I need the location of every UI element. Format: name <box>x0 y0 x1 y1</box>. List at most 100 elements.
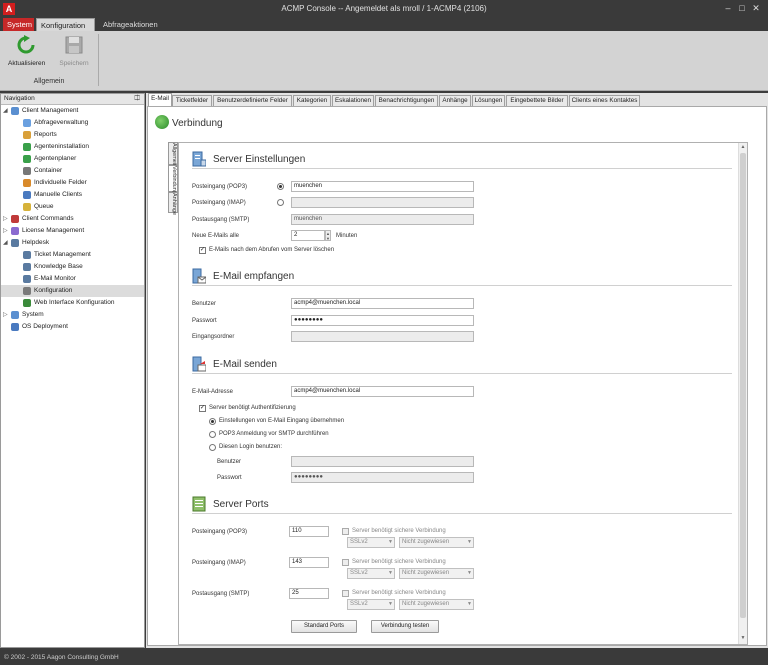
inbox-folder-input[interactable] <box>291 331 474 342</box>
globe-icon <box>155 115 169 129</box>
collapse-icon[interactable]: ◢ <box>3 105 9 117</box>
tab-system[interactable]: System <box>3 18 34 31</box>
pin-icon[interactable]: ⎅ <box>134 94 140 104</box>
vtab-allgemein[interactable]: Allgemein <box>168 142 178 167</box>
tab-0[interactable]: E-Mail <box>148 93 172 106</box>
tree-item-queue[interactable]: Queue <box>1 201 144 213</box>
send-address-input[interactable]: acmp4@muenchen.local <box>291 386 474 397</box>
save-button[interactable]: Speichern <box>56 35 92 75</box>
tree-item-label: Individuelle Felder <box>34 179 87 186</box>
tree-item-email-monitor[interactable]: E-Mail Monitor <box>1 273 144 285</box>
close-icon[interactable]: ✕ <box>751 3 761 14</box>
inbox-icon <box>192 268 206 284</box>
send-password-input[interactable]: ●●●●●●●● <box>291 472 474 483</box>
tree-item-label: Knowledge Base <box>34 263 83 270</box>
send-section-header: E-Mail senden <box>179 356 739 374</box>
smtp-input[interactable]: muenchen <box>291 214 474 225</box>
tree-item-helpdesk[interactable]: ◢ Helpdesk <box>1 237 144 249</box>
tab-2[interactable]: Benutzerdefinierte Felder <box>213 95 292 106</box>
refresh-button[interactable]: Aktualisieren <box>8 35 45 75</box>
page-title: Verbindung <box>172 118 223 129</box>
tree-item-ticket-management[interactable]: Ticket Management <box>1 249 144 261</box>
tree-item-reports[interactable]: Reports <box>1 129 144 141</box>
ribbon-group-label: Allgemein <box>33 78 65 85</box>
ssl-version-select[interactable]: SSLv2 ▼ <box>347 537 395 548</box>
port-input[interactable]: 110 <box>289 526 329 537</box>
ssl-version-value: SSLv2 <box>350 570 368 576</box>
scroll-up-icon[interactable]: ▲ <box>739 144 747 152</box>
tab-9[interactable]: Clients eines Kontaktes <box>569 95 640 106</box>
tab-abfrageaktionen[interactable]: Abfrageaktionen <box>99 18 159 31</box>
auth-required-checkbox[interactable]: ✓ <box>199 405 206 412</box>
send-section-title: E-Mail senden <box>213 359 277 370</box>
receive-password-input[interactable]: ●●●●●●●● <box>291 315 474 326</box>
tree-item-individuelle-felder[interactable]: Individuelle Felder <box>1 177 144 189</box>
imap-radio[interactable] <box>277 199 284 206</box>
tree-item-license-management[interactable]: ▷ License Management <box>1 225 144 237</box>
tree-item-abfrageverwaltung[interactable]: Abfrageverwaltung <box>1 117 144 129</box>
tree-item-konfiguration[interactable]: Konfiguration <box>1 285 144 297</box>
tab-3[interactable]: Kategorien <box>293 95 331 106</box>
collapse-icon[interactable]: ◢ <box>3 237 9 249</box>
copyright-text: © 2002 - 2015 Aagon Consulting GmbH <box>4 654 119 661</box>
custom-fields-icon <box>23 179 31 187</box>
tab-1[interactable]: Ticketfelder <box>172 95 212 106</box>
tree-item-knowledge-base[interactable]: Knowledge Base <box>1 261 144 273</box>
port-input[interactable]: 25 <box>289 588 329 599</box>
tab-4[interactable]: Eskalationen <box>332 95 374 106</box>
test-connection-button[interactable]: Verbindung testen <box>371 620 439 633</box>
expand-icon[interactable]: ▷ <box>3 309 9 321</box>
reports-icon <box>23 131 31 139</box>
certificate-select[interactable]: Nicht zugewiesen ▼ <box>399 537 474 548</box>
ssl-version-select[interactable]: SSLv2 ▼ <box>347 568 395 579</box>
expand-icon[interactable]: ▷ <box>3 225 9 237</box>
tree-item-client-commands[interactable]: ▷ Client Commands <box>1 213 144 225</box>
tree-item-agenteninstallation[interactable]: Agenteninstallation <box>1 141 144 153</box>
refresh-icon <box>17 35 35 54</box>
certificate-select[interactable]: Nicht zugewiesen ▼ <box>399 599 474 610</box>
vtab-verbindung[interactable]: Verbindung <box>168 165 178 194</box>
secure-connection-checkbox[interactable] <box>342 528 349 535</box>
tab-6[interactable]: Anhänge <box>439 95 471 106</box>
navigation-header: Navigation ⎅ <box>1 94 144 105</box>
tab-7[interactable]: Lösungen <box>472 95 505 106</box>
scroll-down-icon[interactable]: ▼ <box>739 635 747 643</box>
vtab-anhaenge[interactable]: Anhänge <box>168 192 178 215</box>
auth-option-login-radio[interactable] <box>209 444 216 451</box>
standard-ports-button[interactable]: Standard Ports <box>291 620 357 633</box>
pop3-radio[interactable] <box>277 183 284 190</box>
tab-5[interactable]: Benachrichtigungen <box>375 95 438 106</box>
secure-connection-checkbox[interactable] <box>342 559 349 566</box>
scrollbar-thumb[interactable] <box>740 153 746 618</box>
interval-spinner[interactable]: ▲ ▼ <box>325 230 331 241</box>
maximize-icon[interactable]: □ <box>737 3 747 14</box>
delete-after-fetch-checkbox[interactable]: ✓ <box>199 247 206 254</box>
imap-input[interactable] <box>291 197 474 208</box>
port-input[interactable]: 143 <box>289 557 329 568</box>
minimize-icon[interactable]: – <box>723 3 733 14</box>
tree-item-system[interactable]: ▷ System <box>1 309 144 321</box>
interval-input[interactable]: 2 <box>291 230 325 241</box>
vertical-scrollbar[interactable]: ▲ ▼ <box>738 143 747 644</box>
certificate-select[interactable]: Nicht zugewiesen ▼ <box>399 568 474 579</box>
agent-planner-icon <box>23 155 31 163</box>
tab-8[interactable]: Eingebettete Bilder <box>506 95 568 106</box>
receive-user-input[interactable]: acmp4@muenchen.local <box>291 298 474 309</box>
auth-option-inbox-radio[interactable] <box>209 418 216 425</box>
tree-item-web-interface-konfiguration[interactable]: Web Interface Konfiguration <box>1 297 144 309</box>
ssl-version-select[interactable]: SSLv2 ▼ <box>347 599 395 610</box>
expand-icon[interactable]: ▷ <box>3 213 9 225</box>
server-icon <box>192 151 206 167</box>
secure-connection-checkbox[interactable] <box>342 590 349 597</box>
tree-item-agentenplaner[interactable]: Agentenplaner <box>1 153 144 165</box>
pop3-input[interactable]: muenchen <box>291 181 474 192</box>
tree-item-label: Client Management <box>22 107 79 114</box>
tab-konfiguration[interactable]: Konfiguration <box>36 18 95 31</box>
send-user-input[interactable] <box>291 456 474 467</box>
auth-option-pop3-radio[interactable] <box>209 431 216 438</box>
tree-item-manuelle-clients[interactable]: Manuelle Clients <box>1 189 144 201</box>
tree-item-container[interactable]: Container <box>1 165 144 177</box>
receive-section-header: E-Mail empfangen <box>179 268 739 286</box>
tree-item-client-management[interactable]: ◢ Client Management <box>1 105 144 117</box>
tree-item-os-deployment[interactable]: OS Deployment <box>1 321 144 333</box>
